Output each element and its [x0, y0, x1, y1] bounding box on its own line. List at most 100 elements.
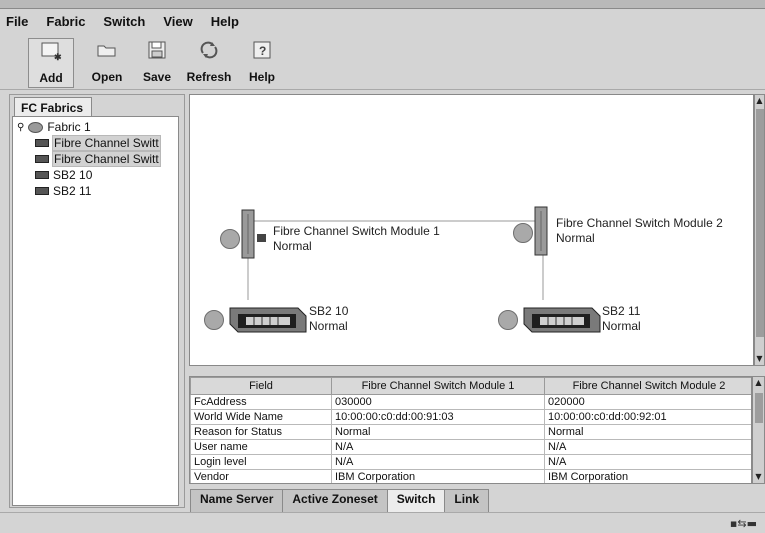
open-label: Open: [91, 70, 123, 84]
menu-view[interactable]: View: [163, 14, 192, 29]
node-name: Fibre Channel Switch Module 1: [273, 224, 440, 238]
table-cell: N/A: [544, 454, 751, 470]
table-cell: World Wide Name: [190, 409, 332, 425]
refresh-button[interactable]: Refresh: [185, 38, 233, 88]
table-row[interactable]: World Wide Name 10:00:00:c0:dd:00:91:03 …: [190, 409, 751, 425]
table-cell: 030000: [331, 394, 545, 410]
table-cell: User name: [190, 439, 332, 455]
node-status: Normal: [309, 319, 348, 333]
save-label: Save: [142, 70, 172, 84]
node-name: SB2 10: [309, 304, 349, 318]
folder-open-icon: [94, 38, 120, 62]
table-header-row: Field Fibre Channel Switch Module 1 Fibr…: [190, 377, 751, 395]
help-button[interactable]: ? Help: [244, 38, 280, 88]
menu-file[interactable]: File: [6, 14, 28, 29]
menu-bar: File Fabric Switch View Help: [0, 10, 765, 32]
window-top-strip: [0, 0, 765, 9]
help-label: Help: [248, 70, 275, 84]
table-cell: Reason for Status: [190, 424, 332, 440]
connection-status-icon: ▪⇆▬: [729, 517, 757, 530]
table-scrollbar[interactable]: ▲ ▼: [752, 376, 765, 484]
tree-item-sb2-11[interactable]: SB2 11: [35, 183, 91, 199]
tab-name-server[interactable]: Name Server: [190, 489, 284, 513]
status-bar: ▪⇆▬: [0, 512, 765, 533]
table-row[interactable]: Login level N/A N/A: [190, 454, 751, 470]
column-header-switch-module-1[interactable]: Fibre Channel Switch Module 1: [331, 377, 545, 395]
node-status: Normal: [273, 239, 312, 253]
table-row[interactable]: User name N/A N/A: [190, 439, 751, 455]
node-name: Fibre Channel Switch Module 2: [556, 216, 723, 230]
tab-active-zoneset[interactable]: Active Zoneset: [282, 489, 388, 513]
tab-link[interactable]: Link: [444, 489, 490, 513]
table-cell: Normal: [331, 424, 545, 440]
switch-icon[interactable]: [240, 208, 266, 260]
node-label-switch-module-2: Fibre Channel Switch Module 2 Normal: [556, 216, 723, 246]
column-header-switch-module-2[interactable]: Fibre Channel Switch Module 2: [544, 377, 751, 395]
menu-help[interactable]: Help: [211, 14, 239, 29]
node-label-sb2-10: SB2 10 Normal: [309, 304, 348, 334]
toolbar: ✱ Add Open Save Refresh ? Help: [0, 32, 765, 90]
switch-icon[interactable]: [520, 300, 604, 336]
table-cell: FcAddress: [190, 394, 332, 410]
switch-icon[interactable]: [226, 300, 310, 336]
table-cell: N/A: [331, 454, 545, 470]
switch-icon: [35, 155, 49, 163]
table-cell: 10:00:00:c0:dd:00:91:03: [331, 409, 545, 425]
network-status-icon: [204, 310, 224, 330]
tree-item-switch-module-1[interactable]: Fibre Channel Switt: [35, 135, 177, 151]
svg-text:?: ?: [259, 44, 266, 58]
tab-switch[interactable]: Switch: [386, 489, 446, 513]
tree-item-switch-module-2[interactable]: Fibre Channel Switt: [35, 151, 177, 167]
tree-item-fabric-1[interactable]: ⚲ Fabric 1: [17, 119, 91, 135]
topology-view[interactable]: Fibre Channel Switch Module 1 Normal Fib…: [189, 94, 754, 366]
network-status-icon: [220, 229, 240, 249]
network-status-icon: [513, 223, 533, 243]
refresh-label: Refresh: [186, 70, 232, 84]
help-icon: ?: [249, 38, 275, 62]
node-status: Normal: [602, 319, 641, 333]
fabric-icon: [28, 121, 44, 133]
switch-icon: [35, 139, 49, 147]
node-label-sb2-11: SB2 11 Normal: [602, 304, 641, 334]
scroll-down-icon[interactable]: ▼: [755, 353, 764, 365]
node-label-switch-module-1: Fibre Channel Switch Module 1 Normal: [273, 224, 440, 254]
table-cell: N/A: [331, 439, 545, 455]
svg-text:✱: ✱: [54, 52, 62, 61]
switch-icon: [35, 171, 49, 179]
network-status-icon: [498, 310, 518, 330]
tree-item-label: Fabric 1: [47, 120, 91, 134]
add-button[interactable]: ✱ Add: [28, 38, 74, 88]
save-button[interactable]: Save: [136, 38, 178, 88]
table-cell: IBM Corporation: [544, 469, 751, 483]
menu-fabric[interactable]: Fabric: [46, 14, 85, 29]
table-cell: 020000: [544, 394, 751, 410]
switch-icon[interactable]: [533, 205, 551, 257]
save-disk-icon: [144, 38, 170, 62]
node-name: SB2 11: [602, 304, 641, 318]
column-header-field[interactable]: Field: [190, 377, 332, 395]
scroll-up-icon[interactable]: ▲: [755, 95, 764, 107]
open-button[interactable]: Open: [87, 38, 127, 88]
scroll-up-icon[interactable]: ▲: [754, 377, 763, 389]
menu-switch[interactable]: Switch: [103, 14, 145, 29]
table-cell: 10:00:00:c0:dd:00:92:01: [544, 409, 751, 425]
refresh-icon: [196, 38, 222, 62]
table-row[interactable]: FcAddress 030000 020000: [190, 394, 751, 410]
tree-item-label: SB2 10: [53, 168, 93, 182]
scrollbar-thumb[interactable]: [755, 393, 763, 423]
tree-item-label: SB2 11: [53, 184, 92, 198]
table-cell: Normal: [544, 424, 751, 440]
table-cell: Vendor: [190, 469, 332, 483]
properties-table: Field Fibre Channel Switch Module 1 Fibr…: [189, 376, 752, 484]
tree-item-sb2-10[interactable]: SB2 10: [35, 167, 92, 183]
table-row[interactable]: Vendor IBM Corporation IBM Corporation: [190, 469, 751, 483]
add-icon: ✱: [38, 39, 64, 63]
scroll-down-icon[interactable]: ▼: [754, 471, 763, 483]
tab-fc-fabrics[interactable]: FC Fabrics: [14, 97, 92, 117]
switch-icon: [35, 187, 49, 195]
table-row[interactable]: Reason for Status Normal Normal: [190, 424, 751, 440]
topology-scrollbar[interactable]: ▲ ▼: [754, 94, 765, 366]
tree-expand-icon[interactable]: ⚲: [17, 122, 24, 133]
scrollbar-thumb[interactable]: [756, 109, 764, 337]
fabric-tree: ⚲ Fabric 1 Fibre Channel Switt Fibre Cha…: [12, 116, 179, 506]
